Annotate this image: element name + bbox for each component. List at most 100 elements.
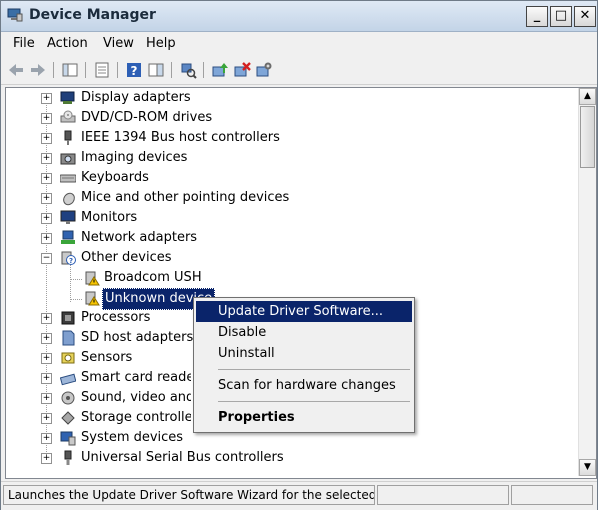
menu-item-uninstall[interactable]: Uninstall [196, 343, 412, 364]
menu-item-label: Scan for hardware changes [218, 378, 396, 393]
expand-toggle[interactable]: + [41, 453, 52, 464]
sd-card-icon [62, 330, 75, 346]
maximize-button[interactable]: □ [550, 6, 572, 27]
ieee1394-icon [64, 130, 72, 145]
menu-separator [218, 401, 410, 402]
menu-item-scan-hardware[interactable]: Scan for hardware changes [196, 375, 412, 396]
expand-toggle[interactable]: + [41, 393, 52, 404]
tree-connector-line [70, 299, 82, 300]
menu-file[interactable]: File [13, 36, 35, 51]
dvd-drive-icon [60, 110, 76, 123]
tree-item-label: Network adapters [81, 230, 198, 245]
tree-item-label: Storage controllers [81, 410, 191, 425]
usb-icon [64, 450, 72, 465]
properties-sheet-icon[interactable] [93, 61, 111, 79]
expand-toggle[interactable]: + [41, 173, 52, 184]
scroll-down-button[interactable]: ▼ [579, 459, 596, 476]
tree-item-label: Broadcom USH [104, 270, 202, 285]
status-pane-main: Launches the Update Driver Software Wiza… [3, 485, 375, 505]
menu-item-label: Update Driver Software... [218, 304, 384, 319]
svg-text:?: ? [69, 257, 73, 265]
expand-toggle[interactable]: + [41, 413, 52, 424]
close-button[interactable]: ✕ [574, 6, 596, 27]
warning-device-icon [85, 291, 100, 306]
warning-device-icon [85, 271, 100, 286]
tree-item-label: Sound, video and game controllers [81, 390, 191, 405]
vertical-scrollbar[interactable]: ▲ ▼ [578, 88, 596, 476]
menu-help[interactable]: Help [146, 36, 176, 51]
toolbar: ? [1, 57, 597, 85]
menu-item-label: Uninstall [218, 346, 275, 361]
tree-connector-line [70, 279, 82, 280]
status-bar: Launches the Update Driver Software Wiza… [1, 481, 597, 510]
update-driver-icon[interactable] [211, 61, 229, 79]
back-arrow-icon[interactable] [7, 61, 25, 79]
tree-item-label: Keyboards [81, 170, 149, 185]
device-manager-icon [7, 8, 23, 22]
help-icon[interactable]: ? [125, 61, 143, 79]
action-pane-icon[interactable] [147, 61, 165, 79]
monitor-icon [60, 210, 76, 224]
sensor-icon [61, 352, 75, 364]
expand-toggle[interactable]: + [41, 333, 52, 344]
keyboard-icon [60, 174, 76, 183]
expand-toggle[interactable]: + [41, 353, 52, 364]
sound-icon [61, 391, 75, 405]
uninstall-device-icon[interactable] [233, 61, 251, 79]
scan-hardware-icon[interactable] [179, 61, 197, 79]
menu-item-label: Properties [218, 410, 295, 425]
show-hide-console-tree-icon[interactable] [61, 61, 79, 79]
toolbar-separator [85, 62, 86, 78]
storage-controller-icon [61, 411, 75, 425]
expand-toggle[interactable]: + [41, 433, 52, 444]
expand-toggle[interactable]: + [41, 113, 52, 124]
expand-toggle[interactable]: + [41, 193, 52, 204]
expand-toggle[interactable]: + [41, 233, 52, 244]
status-pane [511, 485, 593, 505]
tree-item-label: Display adapters [81, 90, 191, 105]
expand-toggle[interactable]: + [41, 133, 52, 144]
tree-item-label: Smart card readers [81, 370, 191, 385]
status-pane [377, 485, 509, 505]
title-bar[interactable]: Device Manager _ □ ✕ [1, 1, 597, 32]
tree-item-label: SD host adapters [81, 330, 194, 345]
menu-item-properties[interactable]: Properties [196, 407, 412, 428]
tree-item-label: Universal Serial Bus controllers [81, 450, 284, 465]
minimize-button[interactable]: _ [526, 6, 548, 27]
menu-item-label: Disable [218, 325, 267, 340]
collapse-toggle[interactable]: − [41, 253, 52, 264]
unknown-device-category-icon: ? [61, 251, 76, 265]
tree-item-label: Monitors [81, 210, 138, 225]
expand-toggle[interactable]: + [41, 313, 52, 324]
tree-item-label: Processors [81, 310, 151, 325]
expand-toggle[interactable]: + [41, 213, 52, 224]
window-title: Device Manager [29, 7, 156, 23]
expand-toggle[interactable]: + [41, 153, 52, 164]
forward-arrow-icon[interactable] [29, 61, 47, 79]
context-menu: Update Driver Software... Disable Uninst… [193, 297, 415, 433]
enable-device-icon[interactable] [255, 61, 273, 79]
menu-action[interactable]: Action [47, 36, 88, 51]
tree-item-label: Sensors [81, 350, 133, 365]
processor-icon [61, 311, 75, 325]
toolbar-separator [171, 62, 172, 78]
menu-item-disable[interactable]: Disable [196, 322, 412, 343]
menu-view[interactable]: View [103, 36, 134, 51]
tree-connector-line [70, 264, 71, 302]
scroll-up-button[interactable]: ▲ [579, 88, 596, 105]
display-adapter-icon [60, 91, 75, 104]
toolbar-separator [203, 62, 204, 78]
tree-item-label: System devices [81, 430, 184, 445]
system-devices-icon [60, 431, 76, 446]
toolbar-separator [117, 62, 118, 78]
tree-item-label: Other devices [81, 250, 172, 265]
menu-bar: File Action View Help [1, 32, 597, 56]
network-adapter-icon [61, 230, 75, 244]
expand-toggle[interactable]: + [41, 93, 52, 104]
expand-toggle[interactable]: + [41, 373, 52, 384]
scroll-thumb[interactable] [580, 106, 595, 168]
smart-card-icon [60, 373, 76, 386]
menu-item-update-driver[interactable]: Update Driver Software... [196, 301, 412, 322]
tree-item-label: DVD/CD-ROM drives [81, 110, 213, 125]
device-manager-window: Device Manager _ □ ✕ File Action View He… [0, 0, 598, 510]
